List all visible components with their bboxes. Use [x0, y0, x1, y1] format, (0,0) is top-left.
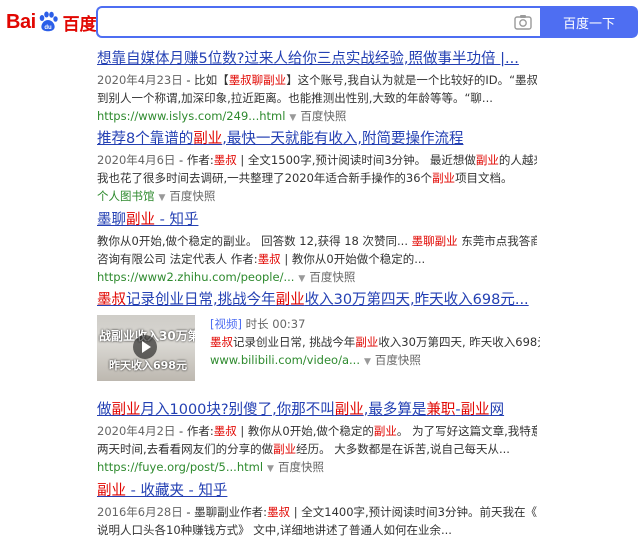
- result-item: 做副业月入1000块?别傻了,你那不叫副业,最多算是兼职-副业网 2020年4月…: [97, 401, 537, 478]
- search-button[interactable]: 百度一下: [540, 6, 638, 38]
- logo-chinese-text: 百度: [62, 14, 97, 35]
- result-title-link[interactable]: 想靠自媒体月赚5位数?过来人给你三点实战经验,照做事半功倍 |...: [97, 50, 537, 69]
- result-source: www.bilibili.com/video/a... ▼ 百度快照: [210, 351, 540, 371]
- result-snippet: 我也花了很多时间去调研,一共整理了2020年适合新手操作的36个副业项目文档。: [97, 171, 513, 185]
- result-url-link[interactable]: https://www2.zhihu.com/people/...: [97, 270, 294, 284]
- video-tag: [视频]: [210, 317, 242, 331]
- snapshot-link[interactable]: 百度快照: [169, 189, 215, 203]
- svg-text:du: du: [44, 25, 52, 31]
- dropdown-arrow-icon[interactable]: ▼: [267, 464, 274, 474]
- snapshot-link[interactable]: 百度快照: [309, 270, 355, 284]
- result-title-link[interactable]: 墨聊副业 - 知乎: [97, 211, 537, 230]
- result-snippet: 2020年4月23日 - 比如【墨叔聊副业】这个账号,我自认为就是一个比较好的I…: [97, 73, 537, 87]
- baidu-logo[interactable]: Bai du 百度: [6, 8, 97, 36]
- result-snippet: 墨叔记录创业日常, 挑战今年副业收入30万第四天, 昨天收入698元: [210, 335, 540, 349]
- logo-bai-text: Bai: [6, 10, 36, 33]
- result-item: 墨聊副业 - 知乎 教你从0开始,做个稳定的副业。 回答数 12,获得 18 次…: [97, 211, 537, 288]
- snapshot-link[interactable]: 百度快照: [300, 109, 346, 123]
- dropdown-arrow-icon[interactable]: ▼: [159, 193, 166, 203]
- result-source: https://www.islys.com/249...html ▼ 百度快照: [97, 107, 537, 127]
- video-info: [视频] 时长 00:37 墨叔记录创业日常, 挑战今年副业收入30万第四天, …: [210, 315, 540, 371]
- search-input[interactable]: [96, 6, 540, 38]
- snapshot-link[interactable]: 百度快照: [375, 353, 421, 367]
- paw-icon: du: [39, 11, 58, 32]
- result-source: https://www2.zhihu.com/people/... ▼ 百度快照: [97, 268, 537, 288]
- video-meta: [视频] 时长 00:37: [210, 315, 540, 333]
- result-item: 推荐8个靠谱的副业,最快一天就能有收入,附简要操作流程 2020年4月6日 - …: [97, 130, 537, 207]
- result-snippet: 2016年6月28日 - 墨聊副业作者:墨叔 | 全文1400字,预计阅读时间3…: [97, 505, 537, 519]
- snapshot-link[interactable]: 百度快照: [278, 460, 324, 474]
- video-duration: 时长 00:37: [245, 317, 306, 331]
- result-url-link[interactable]: https://fuye.org/post/5...html: [97, 460, 263, 474]
- header: Bai du 百度 百度一下: [0, 0, 640, 44]
- dropdown-arrow-icon[interactable]: ▼: [364, 357, 371, 367]
- result-snippet: 2020年4月6日 - 作者:墨叔 | 全文1500字,预计阅读时间3分钟。 最…: [97, 153, 537, 167]
- dropdown-arrow-icon[interactable]: ▼: [298, 274, 305, 284]
- result-url-link[interactable]: 个人图书馆: [97, 189, 155, 203]
- result-url-link[interactable]: https://www.islys.com/249...html: [97, 109, 285, 123]
- result-title-link[interactable]: 墨叔记录创业日常,挑战今年副业收入30万第四天,昨天收入698元...: [97, 291, 537, 310]
- result-item: 副业 - 收藏夹 - 知乎 2016年6月28日 - 墨聊副业作者:墨叔 | 全…: [97, 482, 537, 539]
- result-title-link[interactable]: 推荐8个靠谱的副业,最快一天就能有收入,附简要操作流程: [97, 130, 537, 149]
- result-snippet: 咨询有限公司 法定代表人 作者:墨叔 | 教你从0开始做个稳定的...: [97, 252, 426, 266]
- thumbnail-caption: 昨天收入698元: [109, 359, 187, 372]
- dropdown-arrow-icon[interactable]: ▼: [289, 113, 296, 123]
- result-snippet: 2020年4月2日 - 作者:墨叔 | 教你从0开始,做个稳定的副业。 为了写好…: [97, 424, 537, 438]
- result-url-link[interactable]: www.bilibili.com/video/a...: [210, 353, 360, 367]
- result-title-link[interactable]: 副业 - 收藏夹 - 知乎: [97, 482, 537, 501]
- result-item: 想靠自媒体月赚5位数?过来人给你三点实战经验,照做事半功倍 |... 2020年…: [97, 50, 537, 127]
- result-snippet: 教你从0开始,做个稳定的副业。 回答数 12,获得 18 次赞同... 墨聊副业…: [97, 234, 537, 248]
- video-thumbnail[interactable]: 战副业收入30万第四 昨天收入698元: [97, 315, 195, 381]
- result-snippet: 到别人一个称谓,加深印象,拉近距离。也能推测出性别,大致的年龄等等。“聊...: [97, 91, 493, 105]
- result-source: 个人图书馆 ▼ 百度快照: [97, 187, 537, 207]
- result-snippet: 两天时间,去看看网友们的分享的做副业经历。 大多数都是在诉苦,说自己每天从...: [97, 442, 510, 456]
- play-icon[interactable]: [133, 335, 157, 359]
- result-item-video: 墨叔记录创业日常,挑战今年副业收入30万第四天,昨天收入698元... 战副业收…: [97, 291, 540, 391]
- result-title-link[interactable]: 做副业月入1000块?别傻了,你那不叫副业,最多算是兼职-副业网: [97, 401, 537, 420]
- result-source: https://fuye.org/post/5...html ▼ 百度快照: [97, 458, 537, 478]
- camera-icon[interactable]: [514, 14, 532, 30]
